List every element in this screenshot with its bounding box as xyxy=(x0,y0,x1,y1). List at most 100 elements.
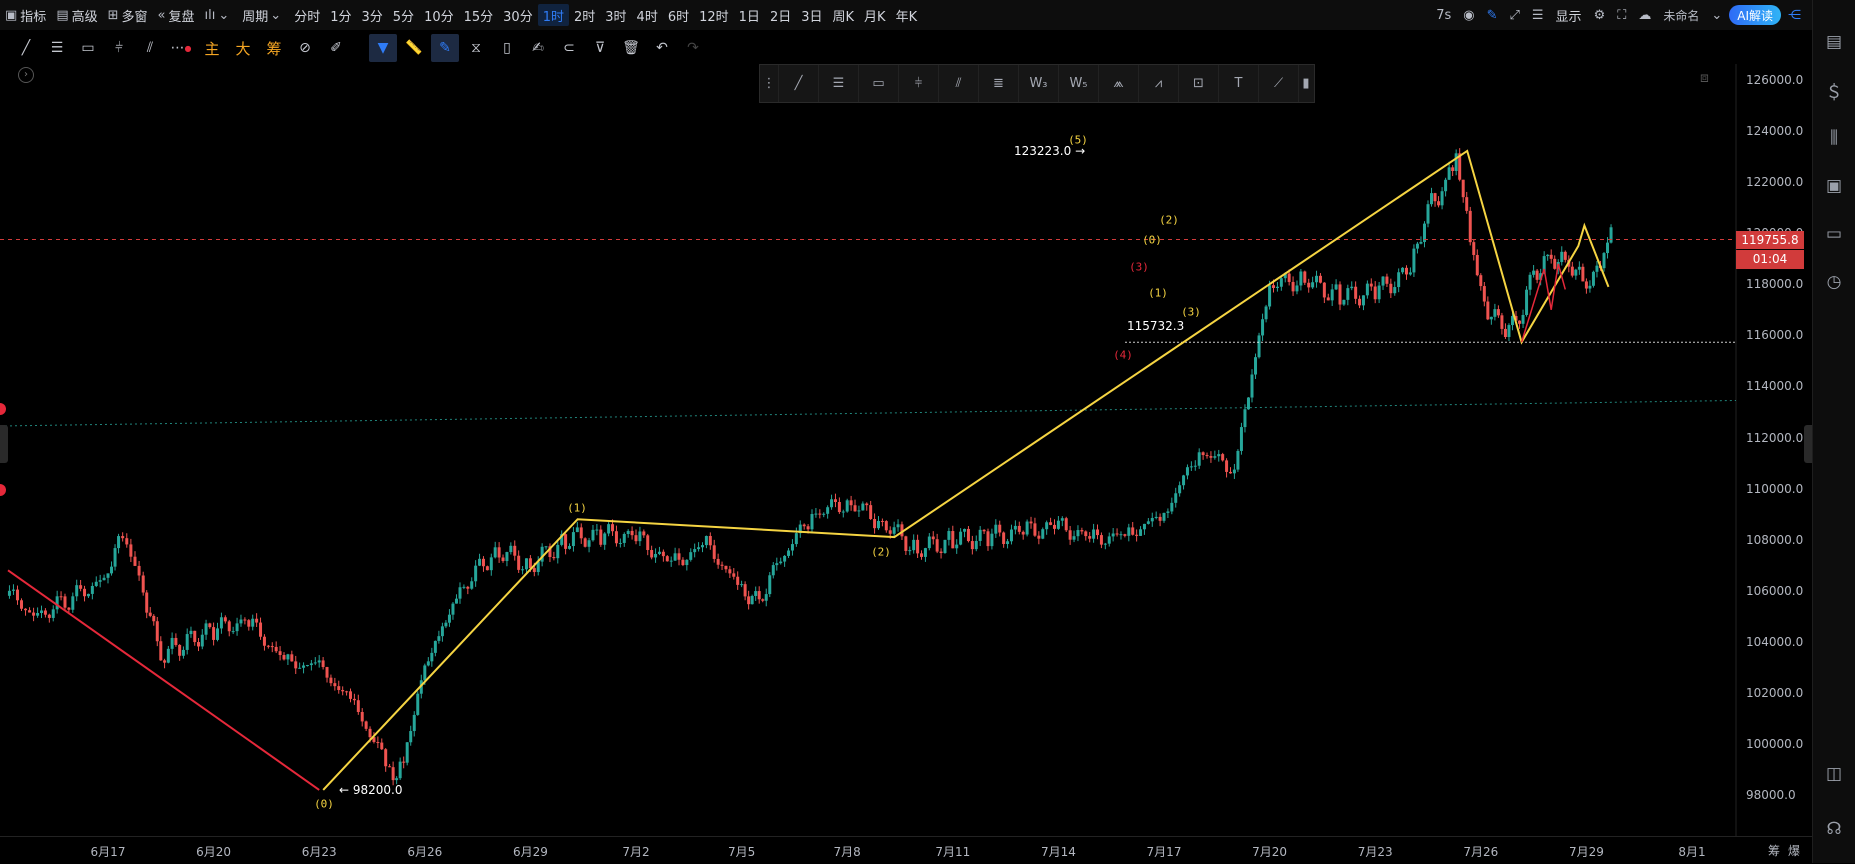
candle-body xyxy=(185,634,189,650)
notes-icon[interactable]: ▤ xyxy=(1813,18,1855,66)
interval-17[interactable]: 月K xyxy=(859,4,891,26)
chip-toggle[interactable]: 筹 xyxy=(260,38,288,59)
clipboard-icon[interactable]: ▯ xyxy=(493,34,521,62)
wave-icon[interactable]: W₃ xyxy=(1019,65,1059,102)
replay-button[interactable]: «复盘 xyxy=(153,0,200,30)
camera-icon[interactable]: ◉ xyxy=(1458,0,1479,30)
candle-body xyxy=(1185,467,1189,476)
price-range-icon[interactable]: ⫩ xyxy=(105,34,133,62)
candles-icon[interactable]: ⧖ xyxy=(462,34,490,62)
redo-icon[interactable]: ↷ xyxy=(679,34,707,62)
trendline-icon[interactable]: ╱ xyxy=(779,65,819,102)
big-order-toggle[interactable]: 大 xyxy=(229,38,257,59)
interval-0[interactable]: 分时 xyxy=(289,4,325,26)
interval-7[interactable]: 1时 xyxy=(537,4,569,26)
interval-14[interactable]: 2日 xyxy=(765,4,796,26)
interval-9[interactable]: 3时 xyxy=(600,4,631,26)
bookmark-icon[interactable]: ▼ xyxy=(369,34,397,62)
interval-12[interactable]: 12时 xyxy=(694,4,734,26)
channel-icon[interactable]: ⫽ xyxy=(939,65,979,102)
candle-body xyxy=(810,514,814,530)
price-range-icon[interactable]: ⫩ xyxy=(899,65,939,102)
parallel-channel-icon[interactable]: ⫽ xyxy=(136,34,164,62)
period-button[interactable]: 周期 ⌄ xyxy=(237,0,289,30)
edit-note-icon[interactable]: ✍ xyxy=(524,34,552,62)
fib-icon[interactable]: ≣ xyxy=(979,65,1019,102)
drag-handle-icon[interactable]: ⋮ xyxy=(760,65,779,102)
candle-body xyxy=(935,539,939,552)
text-tool-icon[interactable]: T xyxy=(1219,65,1259,102)
draw-mode-icon[interactable]: ✎ xyxy=(431,34,459,62)
display-button[interactable]: 显示 xyxy=(1551,0,1587,30)
support-icon[interactable]: ☊ xyxy=(1813,805,1855,853)
chevron-down-icon[interactable]: ⌄ xyxy=(1706,0,1727,30)
interval-5[interactable]: 15分 xyxy=(459,4,499,26)
alert-dot[interactable] xyxy=(0,484,6,496)
monitor-icon[interactable]: ▣ xyxy=(1813,162,1855,210)
hlines-icon[interactable]: ☰ xyxy=(819,65,859,102)
brush-icon[interactable]: ⟋ xyxy=(1259,65,1299,102)
rectangle-icon[interactable]: ▭ xyxy=(859,65,899,102)
layout-icon[interactable]: ◫ xyxy=(1813,750,1855,798)
rectangle-tool-icon[interactable]: ▭ xyxy=(74,34,102,62)
compare-icon[interactable]: ⊘ xyxy=(291,34,319,62)
more-tools-icon[interactable]: ⋯ ● xyxy=(167,34,195,62)
chart-type-button[interactable]: ılı ⌄ xyxy=(200,0,238,30)
wave5-icon[interactable]: W₅ xyxy=(1059,65,1099,102)
interval-16[interactable]: 周K xyxy=(828,4,860,26)
dollar-icon[interactable]: ＄ xyxy=(1813,66,1855,114)
magnet-icon[interactable]: ⊂ xyxy=(555,34,583,62)
trash-icon[interactable]: 🗑 xyxy=(617,34,645,62)
interval-15[interactable]: 3日 xyxy=(796,4,827,26)
multi-window-button[interactable]: ⊞ 多窗 xyxy=(103,0,153,30)
fullscreen-icon[interactable]: ⛶ xyxy=(1612,0,1631,30)
interval-6[interactable]: 30分 xyxy=(498,4,538,26)
pen-off-icon[interactable]: ✐ xyxy=(322,34,350,62)
screenshot-icon[interactable]: ⧈ xyxy=(1700,70,1709,86)
candle-body xyxy=(262,636,266,646)
xabcd-icon[interactable]: ⩘ xyxy=(1139,65,1179,102)
interval-18[interactable]: 年K xyxy=(891,4,923,26)
alert-dot[interactable] xyxy=(0,403,6,415)
interval-8[interactable]: 2时 xyxy=(569,4,600,26)
measure-icon[interactable]: ⊡ xyxy=(1179,65,1219,102)
indicators-button[interactable]: ▣ 指标 xyxy=(0,0,51,30)
cloud-icon[interactable]: ☁ xyxy=(1633,0,1656,30)
line-tool-icon[interactable]: ╱ xyxy=(12,34,40,62)
period-label: 周期 xyxy=(242,9,269,25)
right-panel-handle[interactable] xyxy=(1804,425,1812,463)
collapse-icon[interactable]: › xyxy=(18,67,34,83)
candle-body xyxy=(732,573,736,577)
undo-icon[interactable]: ↶ xyxy=(648,34,676,62)
filter-icon[interactable]: ⊽ xyxy=(586,34,614,62)
ruler-icon[interactable]: 📏 xyxy=(400,34,428,62)
refresh-rate[interactable]: 7s xyxy=(1431,0,1456,30)
ai-analysis-button[interactable]: AI解读 xyxy=(1729,5,1781,25)
interval-2[interactable]: 3分 xyxy=(357,4,388,26)
horizontal-lines-icon[interactable]: ☰ xyxy=(43,34,71,62)
clock-icon[interactable]: ◷ xyxy=(1813,258,1855,306)
candle-body xyxy=(1426,204,1430,224)
interval-13[interactable]: 1日 xyxy=(734,4,765,26)
collapse-palette-icon[interactable]: ▮ xyxy=(1299,65,1313,102)
pattern-icon[interactable]: ⩕ xyxy=(1099,65,1139,102)
share-icon[interactable]: ⋲ xyxy=(1783,0,1806,30)
expand-icon[interactable]: ⤢ xyxy=(1504,0,1524,30)
price-chart[interactable] xyxy=(0,0,1812,863)
interval-10[interactable]: 4时 xyxy=(632,4,663,26)
interval-11[interactable]: 6时 xyxy=(663,4,694,26)
layout-name[interactable]: 未命名 xyxy=(1658,0,1704,30)
interval-1[interactable]: 1分 xyxy=(325,4,356,26)
etf-icon[interactable]: ▭ xyxy=(1813,210,1855,258)
pen-icon[interactable]: ✎ xyxy=(1482,0,1503,30)
layers-icon[interactable]: ☰ xyxy=(1527,0,1549,30)
settings-icon[interactable]: ⚙ xyxy=(1589,0,1611,30)
left-panel-handle[interactable] xyxy=(0,425,8,463)
interval-3[interactable]: 5分 xyxy=(388,4,419,26)
advanced-button[interactable]: ▤ 高级 xyxy=(51,0,102,30)
wave-label-4: (4) xyxy=(1113,348,1133,362)
candle-body xyxy=(1393,287,1397,294)
main-indicator-toggle[interactable]: 主 xyxy=(198,38,226,59)
bar-chart-icon[interactable]: ⫼ xyxy=(1813,114,1855,162)
interval-4[interactable]: 10分 xyxy=(419,4,459,26)
